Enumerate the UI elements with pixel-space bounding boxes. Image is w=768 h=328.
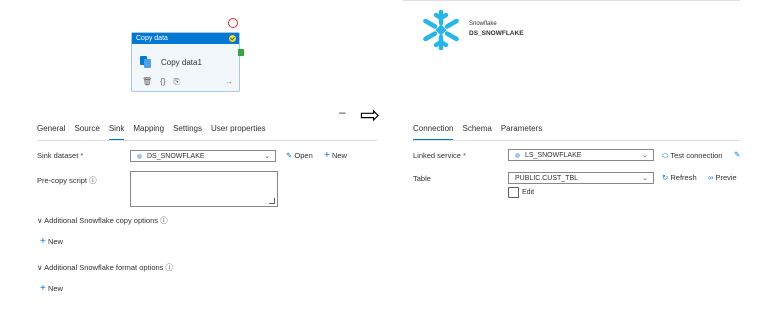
- chevron-down-icon: ∨: [37, 263, 43, 272]
- glasses-icon: ∞: [708, 173, 714, 182]
- code-icon[interactable]: {}: [160, 77, 165, 87]
- error-indicator-icon: [228, 18, 238, 28]
- copy-data-icon: [140, 56, 151, 68]
- service-status-dot: [515, 152, 520, 158]
- refresh-icon: ↻: [662, 173, 669, 182]
- left-tab-divider: [37, 140, 377, 141]
- table-label: Table: [413, 174, 431, 183]
- tab-settings[interactable]: Settings: [173, 124, 202, 141]
- dataset-status-dot: [137, 153, 142, 159]
- tab-user-properties[interactable]: User properties: [211, 124, 266, 141]
- section-format-options[interactable]: ∨ Additional Snowflake format options ⓘ: [37, 262, 173, 273]
- tab-sink[interactable]: Sink: [108, 124, 125, 141]
- dataset-name: DS_SNOWFLAKE: [469, 30, 524, 37]
- open-button[interactable]: ✎ Open: [286, 151, 313, 160]
- arrow-right-circle-icon[interactable]: →: [225, 77, 233, 86]
- plus-icon: +: [40, 283, 46, 294]
- precopy-script-textarea[interactable]: [130, 171, 278, 207]
- right-tab-divider: [413, 140, 740, 141]
- plug-icon: ⬭: [662, 151, 669, 160]
- resize-grip-icon[interactable]: [269, 198, 275, 204]
- tab-connection[interactable]: Connection: [413, 124, 454, 141]
- copy-icon[interactable]: ⎘: [174, 77, 180, 87]
- copy-data-activity-card[interactable]: Copy data Copy data1 🗑︎ {} ⎘ →: [131, 32, 240, 92]
- chevron-down-icon: ⌄: [642, 152, 648, 159]
- test-connection-button[interactable]: ⬭ Test connection: [662, 151, 722, 161]
- chevron-down-icon: ⌄: [642, 175, 648, 182]
- activity-header: Copy data: [132, 33, 239, 44]
- tab-general[interactable]: General: [37, 124, 65, 141]
- dash-separator: –: [339, 105, 346, 119]
- info-icon: ⓘ: [165, 263, 174, 272]
- preview-button[interactable]: ∞ Previe: [708, 173, 737, 182]
- left-tabs: General Source Sink Mapping Settings Use…: [37, 124, 275, 141]
- info-icon: ⓘ: [160, 216, 168, 225]
- snowflake-logo-icon: [423, 9, 459, 51]
- edit-checkbox-label: Edit: [522, 189, 535, 196]
- plus-icon: +: [324, 150, 330, 161]
- new-dataset-button[interactable]: + New: [324, 150, 347, 161]
- tab-mapping[interactable]: Mapping: [133, 124, 164, 141]
- brand-name: Snowflake: [469, 21, 497, 27]
- tab-parameters[interactable]: Parameters: [501, 124, 542, 141]
- tab-schema[interactable]: Schema: [462, 124, 491, 141]
- arrow-right-icon: ⇨: [360, 102, 381, 129]
- success-output-handle[interactable]: [238, 49, 244, 56]
- required-mark: *: [463, 151, 466, 160]
- required-mark: *: [80, 151, 84, 160]
- right-tabs: Connection Schema Parameters: [413, 124, 551, 141]
- activity-name: Copy data1: [161, 58, 202, 67]
- precopy-script-label: Pre-copy script ⓘ: [37, 176, 97, 185]
- edit-pencil-icon[interactable]: ✎: [734, 150, 740, 159]
- section-copy-options[interactable]: ∨ Additional Snowflake copy options ⓘ: [37, 215, 168, 226]
- top-divider: [403, 0, 740, 1]
- info-icon: ⓘ: [89, 176, 97, 185]
- chevron-down-icon: ⌄: [264, 153, 270, 160]
- copy-options-new-button[interactable]: + New: [40, 236, 63, 247]
- tab-source[interactable]: Source: [74, 124, 99, 141]
- plus-icon: +: [40, 236, 46, 247]
- refresh-button[interactable]: ↻ Refresh: [662, 173, 697, 182]
- chevron-down-icon: ∨: [37, 216, 43, 225]
- linked-service-label: Linked service *: [413, 151, 466, 160]
- success-check-icon: [229, 35, 236, 42]
- sink-dataset-select[interactable]: DS_SNOWFLAKE ⌄: [130, 150, 276, 162]
- linked-service-select[interactable]: LS_SNOWFLAKE ⌄: [508, 149, 654, 161]
- pencil-icon: ✎: [286, 151, 293, 160]
- sink-dataset-label: Sink dataset *: [37, 151, 84, 160]
- delete-icon[interactable]: 🗑︎: [142, 77, 152, 87]
- edit-checkbox[interactable]: [508, 187, 519, 198]
- table-select[interactable]: PUBLIC.CUST_TBL ⌄: [508, 172, 654, 184]
- format-options-new-button[interactable]: + New: [40, 283, 63, 294]
